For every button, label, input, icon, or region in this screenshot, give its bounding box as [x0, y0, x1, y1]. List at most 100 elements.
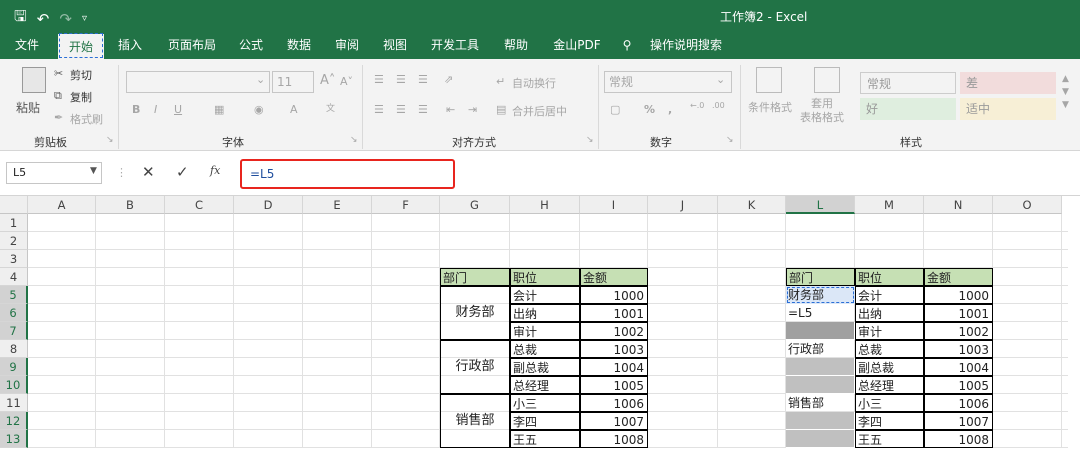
chevron-down-icon[interactable]: ▼: [90, 166, 97, 176]
column-header-i[interactable]: I: [580, 196, 648, 214]
top-align-icon[interactable]: ☰: [374, 73, 384, 86]
row-header-10[interactable]: 10: [0, 376, 28, 394]
table-format-button[interactable]: 套用 表格格式: [800, 97, 844, 125]
table-right-dept[interactable]: [786, 430, 855, 448]
table-right-dept[interactable]: [786, 412, 855, 430]
table-right-dept[interactable]: 行政部: [786, 340, 855, 358]
tab-insert[interactable]: 插入: [110, 32, 150, 59]
column-header-b[interactable]: B: [96, 196, 165, 214]
style-neutral[interactable]: 适中: [960, 98, 1056, 120]
row-header-8[interactable]: 8: [0, 340, 28, 358]
paste-button[interactable]: 粘贴: [16, 99, 40, 116]
save-icon[interactable]: 🖫: [14, 6, 27, 31]
font-name-dropdown[interactable]: [126, 71, 270, 93]
align-right-icon[interactable]: ☰: [418, 103, 428, 116]
format-painter-icon[interactable]: ✒: [54, 111, 63, 124]
conditional-format-icon[interactable]: [756, 67, 782, 93]
orientation-icon[interactable]: ⇗: [444, 73, 453, 86]
font-launcher-icon[interactable]: ↘: [350, 135, 358, 145]
cancel-entry-icon[interactable]: ✕: [142, 163, 155, 181]
column-header-e[interactable]: E: [303, 196, 372, 214]
column-header-l[interactable]: L: [786, 196, 855, 214]
copy-icon[interactable]: ⧉: [54, 89, 62, 103]
column-header-c[interactable]: C: [165, 196, 234, 214]
currency-icon[interactable]: ▢: [610, 103, 620, 116]
column-header-o[interactable]: O: [993, 196, 1062, 214]
paste-icon[interactable]: [22, 67, 46, 93]
row-header-4[interactable]: 4: [0, 268, 28, 286]
increase-decimal-icon[interactable]: ←.0: [690, 101, 704, 110]
copy-button[interactable]: 复制: [70, 89, 92, 105]
name-box[interactable]: L5: [6, 162, 102, 184]
column-header-d[interactable]: D: [234, 196, 303, 214]
row-header-12[interactable]: 12: [0, 412, 28, 430]
decrease-indent-icon[interactable]: ⇤: [446, 103, 455, 116]
column-header-n[interactable]: N: [924, 196, 993, 214]
row-header-2[interactable]: 2: [0, 232, 28, 250]
clipboard-launcher-icon[interactable]: ↘: [106, 135, 114, 145]
active-cell-l5[interactable]: 财务部: [786, 286, 855, 304]
tell-me-search[interactable]: 操作说明搜索: [646, 32, 726, 59]
table-format-icon[interactable]: [814, 67, 840, 93]
row-header-9[interactable]: 9: [0, 358, 28, 376]
format-painter-button[interactable]: 格式刷: [70, 111, 103, 127]
formula-input[interactable]: =L5: [240, 159, 455, 189]
tab-review[interactable]: 审阅: [328, 32, 366, 59]
decrease-decimal-icon[interactable]: .00: [712, 101, 725, 110]
row-header-6[interactable]: 6: [0, 304, 28, 322]
style-bad[interactable]: 差: [960, 72, 1056, 94]
align-left-icon[interactable]: ☰: [374, 103, 384, 116]
font-size-dropdown[interactable]: 11: [272, 71, 314, 93]
number-launcher-icon[interactable]: ↘: [726, 135, 734, 145]
tab-page-layout[interactable]: 页面布局: [158, 32, 226, 59]
merge-center-button[interactable]: 合并后居中: [512, 103, 567, 119]
editing-cell-l6[interactable]: =L5: [786, 304, 855, 322]
tab-kingsoft-pdf[interactable]: 金山PDF: [546, 32, 608, 59]
undo-icon[interactable]: ↶: [37, 10, 50, 28]
tab-data[interactable]: 数据: [280, 32, 318, 59]
alignment-launcher-icon[interactable]: ↘: [586, 135, 594, 145]
select-all-corner[interactable]: [0, 196, 28, 214]
row-header-11[interactable]: 11: [0, 394, 28, 412]
customize-qat-icon[interactable]: ▿: [82, 13, 87, 24]
align-center-icon[interactable]: ☰: [396, 103, 406, 116]
decrease-font-icon[interactable]: A˅: [340, 75, 353, 88]
bold-button[interactable]: B: [132, 103, 140, 116]
tab-view[interactable]: 视图: [376, 32, 414, 59]
table-right-dept[interactable]: [786, 358, 855, 376]
styles-scroll-icon[interactable]: ▲ ▼ ▼: [1062, 73, 1069, 112]
wrap-text-icon[interactable]: ↵: [496, 75, 505, 88]
row-header-13[interactable]: 13: [0, 430, 28, 448]
row-header-1[interactable]: 1: [0, 214, 28, 232]
tab-formulas[interactable]: 公式: [232, 32, 270, 59]
table-right-dept[interactable]: [786, 322, 855, 340]
insert-function-icon[interactable]: fx: [210, 164, 220, 177]
phonetic-icon[interactable]: 文: [326, 101, 335, 114]
column-header-m[interactable]: M: [855, 196, 924, 214]
drag-handle-icon[interactable]: ⋮: [116, 166, 127, 179]
row-header-3[interactable]: 3: [0, 250, 28, 268]
merge-center-icon[interactable]: ▤: [496, 103, 506, 116]
fill-color-icon[interactable]: ◉: [254, 103, 264, 116]
column-header-k[interactable]: K: [718, 196, 786, 214]
comma-button[interactable]: ,: [668, 103, 672, 116]
row-header-7[interactable]: 7: [0, 322, 28, 340]
increase-font-icon[interactable]: A˄: [320, 73, 335, 88]
style-normal[interactable]: 常规: [860, 72, 956, 94]
enter-entry-icon[interactable]: ✓: [176, 163, 189, 181]
style-good[interactable]: 好: [860, 98, 956, 120]
column-header-a[interactable]: A: [28, 196, 96, 214]
column-header-j[interactable]: J: [648, 196, 718, 214]
column-header-f[interactable]: F: [372, 196, 440, 214]
cut-icon[interactable]: ✂: [54, 67, 63, 80]
tab-help[interactable]: 帮助: [496, 32, 536, 59]
redo-icon[interactable]: ↷: [59, 10, 72, 28]
increase-indent-icon[interactable]: ⇥: [468, 103, 477, 116]
table-right-dept[interactable]: [786, 376, 855, 394]
underline-button[interactable]: U: [174, 103, 182, 116]
tab-file[interactable]: 文件: [6, 32, 48, 59]
wrap-text-button[interactable]: 自动换行: [512, 75, 556, 91]
conditional-format-button[interactable]: 条件格式: [748, 99, 792, 115]
italic-button[interactable]: I: [154, 103, 157, 116]
cut-button[interactable]: 剪切: [70, 67, 92, 83]
